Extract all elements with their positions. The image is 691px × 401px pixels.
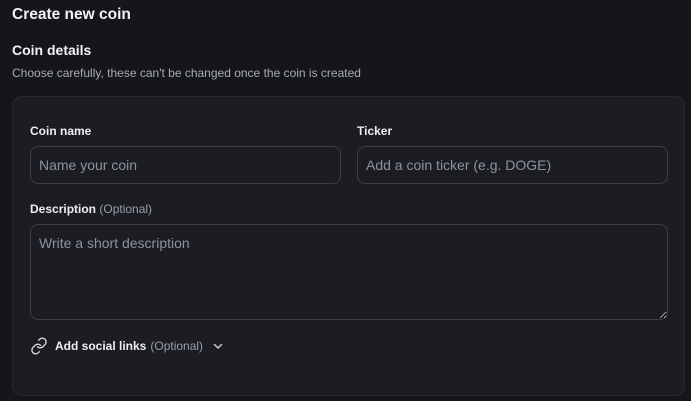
ticker-input[interactable] — [357, 146, 668, 184]
page-title: Create new coin — [12, 6, 131, 23]
description-textarea[interactable] — [30, 224, 668, 320]
section-title: Coin details — [12, 42, 92, 58]
section-subtitle: Choose carefully, these can't be changed… — [12, 66, 361, 80]
link-icon — [31, 337, 47, 355]
social-links-label: Add social links — [55, 339, 147, 353]
coin-name-label: Coin name — [30, 124, 92, 138]
create-coin-page: Create new coin Coin details Choose care… — [0, 0, 691, 401]
ticker-label: Ticker — [357, 124, 393, 138]
add-social-links-toggle[interactable]: Add social links (Optional) — [30, 335, 224, 357]
description-label: Description (Optional) — [30, 202, 152, 216]
social-links-optional-text: (Optional) — [150, 339, 204, 353]
coin-details-card: Coin name Ticker Description (Optional) … — [12, 96, 685, 396]
description-optional-text: (Optional) — [99, 202, 153, 216]
description-wrapper — [30, 224, 668, 320]
coin-name-input[interactable] — [30, 146, 341, 184]
description-label-text: Description — [30, 202, 97, 216]
chevron-down-icon — [213, 343, 223, 349]
